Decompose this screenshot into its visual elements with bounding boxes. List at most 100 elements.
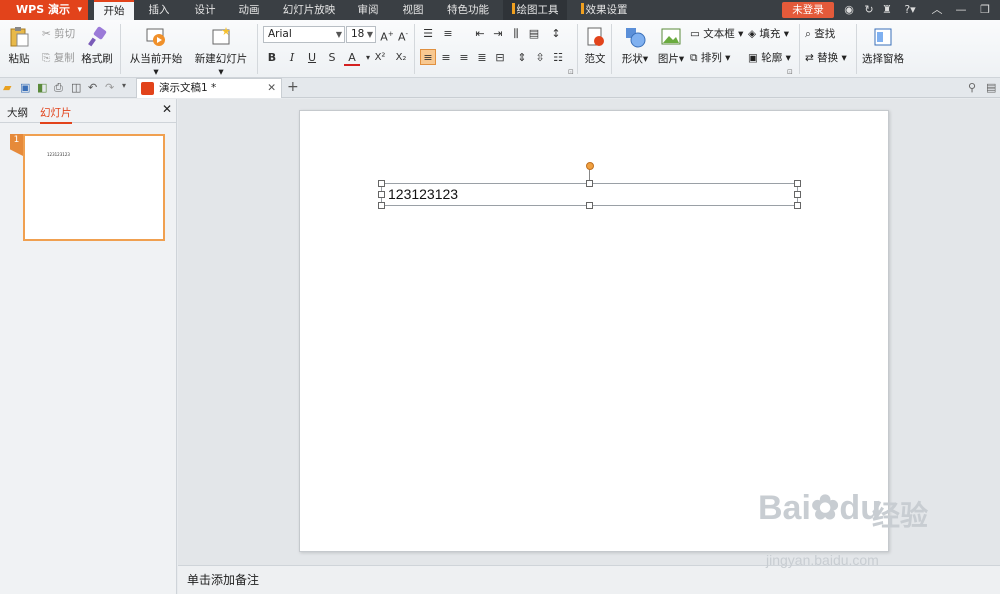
template-label: 范文 xyxy=(584,53,606,65)
line-spacing-icon[interactable]: ⇕ xyxy=(514,50,530,66)
undo-icon[interactable]: ↶ xyxy=(88,81,102,95)
slide-thumbnail[interactable]: 123123123 xyxy=(23,134,165,241)
replace-button[interactable]: ⇄ 替换 ▾ xyxy=(805,50,847,66)
decrease-font-icon[interactable]: A- xyxy=(395,26,411,44)
feedback-icon[interactable]: ◉ xyxy=(842,3,856,17)
new-tab-icon[interactable]: + xyxy=(287,79,301,95)
print-preview-icon[interactable]: ◫ xyxy=(71,81,85,95)
tab-design[interactable]: 设计 xyxy=(186,0,224,20)
tab-drawing-tools[interactable]: 绘图工具 xyxy=(503,0,567,20)
collapse-ribbon-icon[interactable]: ︿ xyxy=(930,3,944,17)
resize-handle[interactable] xyxy=(378,180,385,187)
tab-animation[interactable]: 动画 xyxy=(230,0,268,20)
help-icon[interactable]: ?▾ xyxy=(900,3,920,17)
find-button[interactable]: ⌕ 查找 xyxy=(805,26,835,42)
print-icon[interactable]: ⎙ xyxy=(54,81,68,95)
tab-special[interactable]: 特色功能 xyxy=(440,0,496,20)
copy-button[interactable]: ⎘ 复制 xyxy=(42,50,75,66)
tab-review[interactable]: 审阅 xyxy=(350,0,386,20)
italic-button[interactable]: I xyxy=(284,50,300,66)
slide[interactable]: 123123123 xyxy=(299,110,889,552)
replace-label: 替换 xyxy=(817,52,839,64)
text-orientation-icon[interactable]: ↕ xyxy=(548,26,564,42)
paragraph-settings-icon[interactable]: ☷ xyxy=(550,50,566,66)
minimize-icon[interactable]: — xyxy=(954,3,968,17)
resize-handle[interactable] xyxy=(378,191,385,198)
app-menu-button[interactable]: WPS 演示 ▾ xyxy=(0,0,88,20)
text-direction-icon[interactable]: ▤ xyxy=(526,26,542,42)
dialog-launcher-icon[interactable]: ⊡ xyxy=(568,68,574,76)
pin-icon[interactable]: ⚲ xyxy=(968,81,982,95)
justify-icon[interactable]: ≣ xyxy=(474,50,490,66)
resize-handle[interactable] xyxy=(378,202,385,209)
rotation-handle[interactable] xyxy=(586,162,594,170)
redo-icon[interactable]: ↷ xyxy=(105,81,119,95)
tab-list-icon[interactable]: ▤ xyxy=(986,81,1000,95)
open-folder-icon[interactable]: ▰ xyxy=(3,81,17,95)
play-from-current-button[interactable]: 从当前开始 ▾ xyxy=(126,26,186,78)
tab-slideshow[interactable]: 幻灯片放映 xyxy=(278,0,340,20)
document-tab[interactable]: 演示文稿1 * ✕ xyxy=(136,78,282,98)
paste-button[interactable]: 粘贴 xyxy=(6,26,32,66)
increase-font-icon[interactable]: A+ xyxy=(379,26,395,44)
align-center-icon[interactable]: ≡ xyxy=(438,50,454,66)
fill-button[interactable]: ◈ 填充 ▾ xyxy=(748,26,789,42)
resize-handle[interactable] xyxy=(794,202,801,209)
picture-button[interactable]: 图片▾ xyxy=(654,26,688,66)
export-icon[interactable]: ◧ xyxy=(37,81,51,95)
paragraph-spacing-icon[interactable]: ⇳ xyxy=(532,50,548,66)
textbox-button[interactable]: ▭ 文本框 ▾ xyxy=(690,26,743,42)
cut-button[interactable]: ✂ 剪切 xyxy=(42,26,75,42)
resize-handle[interactable] xyxy=(586,202,593,209)
strikethrough-button[interactable]: S xyxy=(324,50,340,66)
arrange-button[interactable]: ⧉ 排列 ▾ xyxy=(690,50,730,66)
distribute-icon[interactable]: ⊟ xyxy=(492,50,508,66)
save-icon[interactable]: ▣ xyxy=(20,81,34,95)
tab-effects[interactable]: 效果设置 xyxy=(574,0,634,20)
font-size-select[interactable]: 18 ▼ xyxy=(346,26,376,43)
numbered-list-icon[interactable]: ≡ xyxy=(440,26,456,42)
outline-button[interactable]: ▣ 轮廓 ▾ xyxy=(748,50,791,66)
subscript-button[interactable]: X₂ xyxy=(393,50,409,66)
superscript-button[interactable]: X² xyxy=(372,50,388,66)
close-icon[interactable]: ✕ xyxy=(162,102,172,116)
tab-home[interactable]: 开始 xyxy=(94,0,134,21)
shapes-icon xyxy=(626,28,646,48)
tab-insert[interactable]: 插入 xyxy=(140,0,178,20)
restore-icon[interactable]: ❐ xyxy=(978,3,992,17)
new-slide-button[interactable]: 新建幻灯片 ▾ xyxy=(191,26,251,78)
bullet-list-icon[interactable]: ☰ xyxy=(420,26,436,42)
text-box[interactable]: 123123123 xyxy=(378,180,801,209)
tab-outline[interactable]: 大纲 xyxy=(7,105,28,120)
sync-icon[interactable]: ↻ xyxy=(862,3,876,17)
underline-button[interactable]: U xyxy=(304,50,320,66)
close-icon[interactable]: ✕ xyxy=(267,79,276,98)
format-painter-button[interactable]: 格式刷 xyxy=(80,26,114,66)
text-box-content[interactable]: 123123123 xyxy=(388,186,458,202)
tab-slides[interactable]: 幻灯片 xyxy=(40,105,72,124)
resize-handle[interactable] xyxy=(794,191,801,198)
bold-button[interactable]: B xyxy=(264,50,280,66)
shape-button[interactable]: 形状▾ xyxy=(617,26,653,66)
tab-marker xyxy=(580,3,584,14)
increase-indent-icon[interactable]: ⇥ xyxy=(490,26,506,42)
font-color-button[interactable]: A xyxy=(344,50,360,66)
align-left-icon[interactable]: ≡ xyxy=(420,49,436,65)
skin-icon[interactable]: ♜ xyxy=(880,3,894,17)
resize-handle[interactable] xyxy=(794,180,801,187)
columns-icon[interactable]: ⫼ xyxy=(508,26,524,42)
selection-pane-button[interactable]: 选择窗格 xyxy=(862,26,904,66)
notes-pane[interactable]: 单击添加备注 xyxy=(178,565,1000,594)
login-button[interactable]: 未登录 xyxy=(782,2,834,18)
resize-handle[interactable] xyxy=(586,180,593,187)
textbox-icon: ▭ xyxy=(690,28,700,40)
chevron-down-icon: ▼ xyxy=(335,30,342,39)
align-right-icon[interactable]: ≡ xyxy=(456,50,472,66)
dialog-launcher-icon[interactable]: ⊡ xyxy=(787,68,793,76)
font-name-select[interactable]: Arial ▼ xyxy=(263,26,345,43)
tab-view[interactable]: 视图 xyxy=(395,0,431,20)
decrease-indent-icon[interactable]: ⇤ xyxy=(472,26,488,42)
customize-icon[interactable]: ▾ xyxy=(122,81,136,95)
template-button[interactable]: 范文 xyxy=(583,26,607,66)
baidu-watermark: Bai✿du xyxy=(758,488,881,528)
